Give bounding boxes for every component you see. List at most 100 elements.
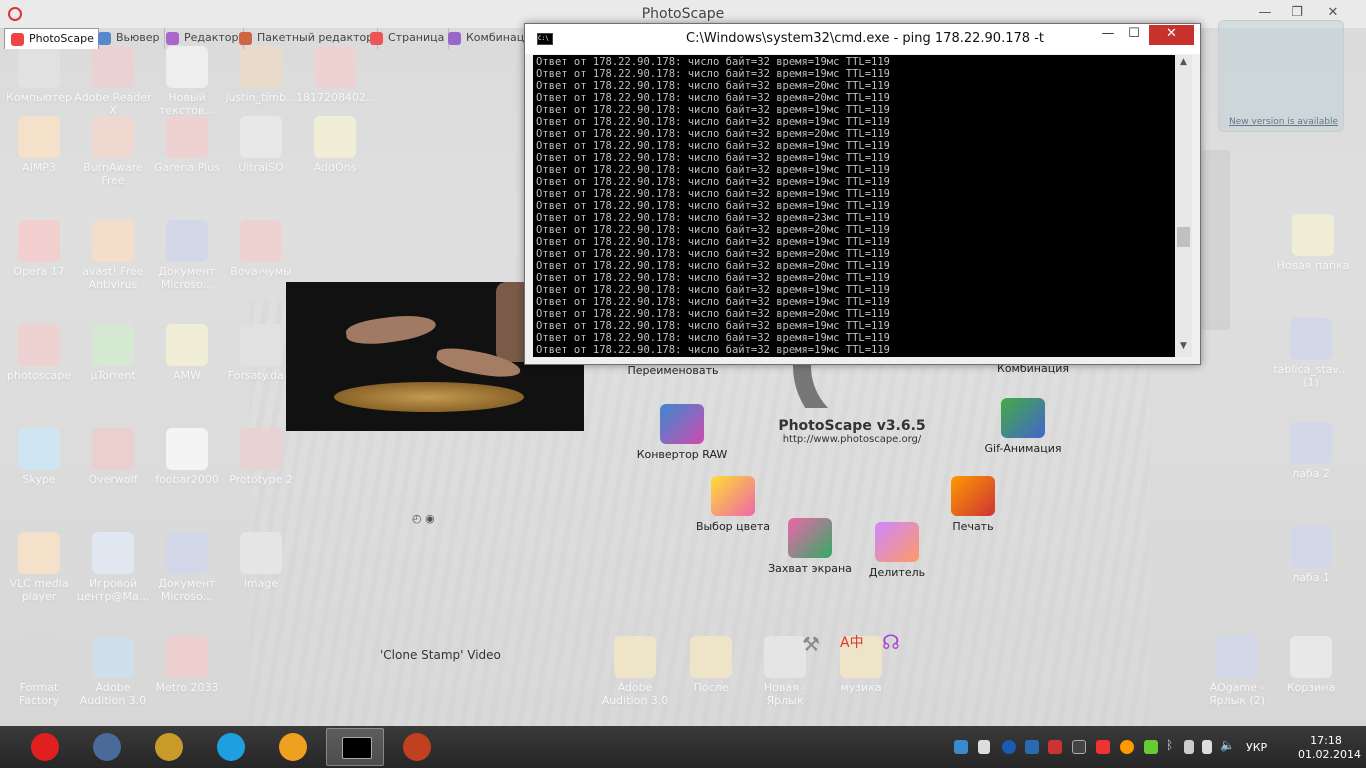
taskbar-skype-button[interactable] [202, 728, 260, 766]
photoscape-tabbar: PhotoScape Вьювер Редактор Пакетный реда… [0, 28, 531, 50]
console-line: Ответ от 178.22.90.178: число байт=32 вр… [536, 116, 891, 128]
console-line: Ответ от 178.22.90.178: число байт=32 вр… [536, 200, 891, 212]
cmd-window[interactable]: C:\ C:\Windows\system32\cmd.exe - ping 1… [524, 23, 1201, 365]
console-line: Ответ от 178.22.90.178: число байт=32 вр… [536, 260, 891, 272]
taskbar-cmd-button[interactable] [326, 728, 384, 766]
printer-icon [951, 476, 995, 516]
tab-page[interactable]: Страница [364, 28, 450, 49]
taskbar-photoscape-button[interactable] [388, 728, 446, 766]
clock-time: 17:18 [1310, 734, 1342, 747]
console-line: Ответ от 178.22.90.178: число байт=32 вр… [536, 212, 891, 224]
console-line: Ответ от 178.22.90.178: число байт=32 вр… [536, 332, 891, 344]
tray-app-icon[interactable] [1144, 740, 1158, 754]
language-indicator[interactable]: УКР [1246, 741, 1267, 754]
taskbar-world-of-warcraft-button[interactable] [140, 728, 198, 766]
cmd-title: C:\Windows\system32\cmd.exe - ping 178.2… [686, 31, 1044, 46]
gadget-update-link[interactable]: New version is available [1229, 117, 1338, 127]
console-line: Ответ от 178.22.90.178: число байт=32 вр… [536, 308, 891, 320]
tab-label: Вьювер [116, 31, 160, 44]
volume-icon[interactable]: 🔈 [1220, 738, 1235, 752]
console-line: Ответ от 178.22.90.178: число байт=32 вр… [536, 56, 891, 68]
cmd-console[interactable]: Ответ от 178.22.90.178: число байт=32 вр… [533, 55, 1175, 357]
launcher-label: Конвертор RAW [636, 448, 728, 461]
clock-date: 01.02.2014 [1298, 748, 1361, 761]
photoscape-tab-icon [11, 33, 24, 46]
taskbar-aimp-button[interactable] [264, 728, 322, 766]
launcher-gif-animation[interactable]: Gif-Анимация [968, 398, 1078, 455]
scrollbar-thumb[interactable] [1177, 227, 1190, 247]
console-line: Ответ от 178.22.90.178: число байт=32 вр… [536, 80, 891, 92]
launcher-label: Делитель [868, 566, 926, 579]
console-line: Ответ от 178.22.90.178: число байт=32 вр… [536, 164, 891, 176]
thumbnail-drum [334, 382, 524, 412]
tab-editor[interactable]: Редактор [160, 28, 244, 49]
tab-batch-editor[interactable]: Пакетный редактор [233, 28, 379, 49]
console-line: Ответ от 178.22.90.178: число байт=32 вр… [536, 128, 891, 140]
console-line: Ответ от 178.22.90.178: число байт=32 вр… [536, 188, 891, 200]
cmd-icon [342, 737, 372, 759]
tray-app-icon[interactable] [1025, 740, 1039, 754]
cmd-icon[interactable]: C:\ [537, 33, 553, 45]
launcher-label: Захват экрана [768, 562, 852, 575]
help-icon[interactable]: ☊ [882, 630, 900, 654]
battery-icon[interactable] [1202, 740, 1212, 754]
console-line: Ответ от 178.22.90.178: число байт=32 вр… [536, 176, 891, 188]
photoscape-title: PhotoScape [641, 6, 725, 22]
tray-app-icon[interactable] [1002, 740, 1016, 754]
taskbar-teamspeak-button[interactable] [78, 728, 136, 766]
tools-icon[interactable]: ⚒ [802, 632, 820, 656]
thumbnail-controls-icon[interactable]: ◴ ◉ [412, 512, 435, 525]
tray-app-icon[interactable] [1048, 740, 1062, 754]
tab-label: PhotoScape [29, 32, 94, 45]
cmd-minimize-button[interactable]: — [1095, 25, 1121, 45]
clock[interactable]: 17:18 01.02.2014 [1298, 734, 1361, 762]
launcher-splitter[interactable]: Делитель [842, 522, 952, 579]
launcher-label: Gif-Анимация [984, 442, 1062, 455]
tab-viewer[interactable]: Вьювер [92, 28, 165, 49]
console-line: Ответ от 178.22.90.178: число байт=32 вр… [536, 320, 891, 332]
tray-app-icon[interactable] [954, 740, 968, 754]
tab-label: Пакетный редактор [257, 31, 374, 44]
tab-label: Страница [388, 31, 445, 44]
editor-tab-icon [166, 32, 179, 45]
taskbar-opera-button[interactable] [16, 728, 74, 766]
console-line: Ответ от 178.22.90.178: число байт=32 вр… [536, 152, 891, 164]
cmd-maximize-button[interactable]: ☐ [1121, 25, 1147, 45]
calculator-gadget[interactable] [1200, 150, 1230, 330]
aimp-icon [279, 733, 307, 761]
console-line: Ответ от 178.22.90.178: число байт=32 вр… [536, 344, 891, 356]
launcher-raw-converter[interactable]: Конвертор RAW [627, 404, 737, 461]
screen-capture-icon [788, 518, 832, 558]
combine-tab-icon [448, 32, 461, 45]
page-tab-icon [370, 32, 383, 45]
console-line: Ответ от 178.22.90.178: число байт=32 вр… [536, 68, 891, 80]
teamspeak-icon [93, 733, 121, 761]
tray-app-icon[interactable] [1096, 740, 1110, 754]
console-line: Ответ от 178.22.90.178: число байт=32 вр… [536, 236, 891, 248]
photoscape-url[interactable]: http://www.photoscape.org/ [762, 434, 942, 445]
cmd-titlebar[interactable]: C:\ C:\Windows\system32\cmd.exe - ping 1… [525, 24, 1200, 54]
cmd-scrollbar[interactable]: ▲ ▼ [1175, 55, 1192, 357]
launcher-rename[interactable]: Переименовать [618, 364, 728, 377]
photoscape-icon [403, 733, 431, 761]
console-line: Ответ от 178.22.90.178: число байт=32 вр… [536, 272, 891, 284]
tab-label: Редактор [184, 31, 239, 44]
video-caption[interactable]: 'Clone Stamp' Video [380, 648, 501, 662]
system-tray: ᛒ 🔈 УКР 17:18 01.02.2014 [950, 726, 1366, 768]
cmd-close-button[interactable]: ✕ [1149, 25, 1194, 45]
flag-icon[interactable] [1184, 740, 1194, 754]
scroll-down-arrow-icon[interactable]: ▼ [1175, 341, 1192, 355]
splitter-icon [875, 522, 919, 562]
viewer-tab-icon [98, 32, 111, 45]
tab-combine[interactable]: Комбинаци [442, 28, 535, 49]
launcher-label: Печать [952, 520, 994, 533]
language-icon[interactable]: A中 [840, 632, 864, 652]
signal-icon[interactable] [978, 740, 990, 754]
tray-app-icon[interactable] [1120, 740, 1134, 754]
tab-photoscape[interactable]: PhotoScape [4, 28, 99, 49]
bluetooth-icon[interactable]: ᛒ [1166, 738, 1180, 752]
scroll-up-arrow-icon[interactable]: ▲ [1175, 57, 1192, 71]
cpu-meter-gadget[interactable]: New version is available [1218, 20, 1344, 132]
console-line: Ответ от 178.22.90.178: число байт=32 вр… [536, 248, 891, 260]
tray-app-icon[interactable] [1072, 740, 1086, 754]
